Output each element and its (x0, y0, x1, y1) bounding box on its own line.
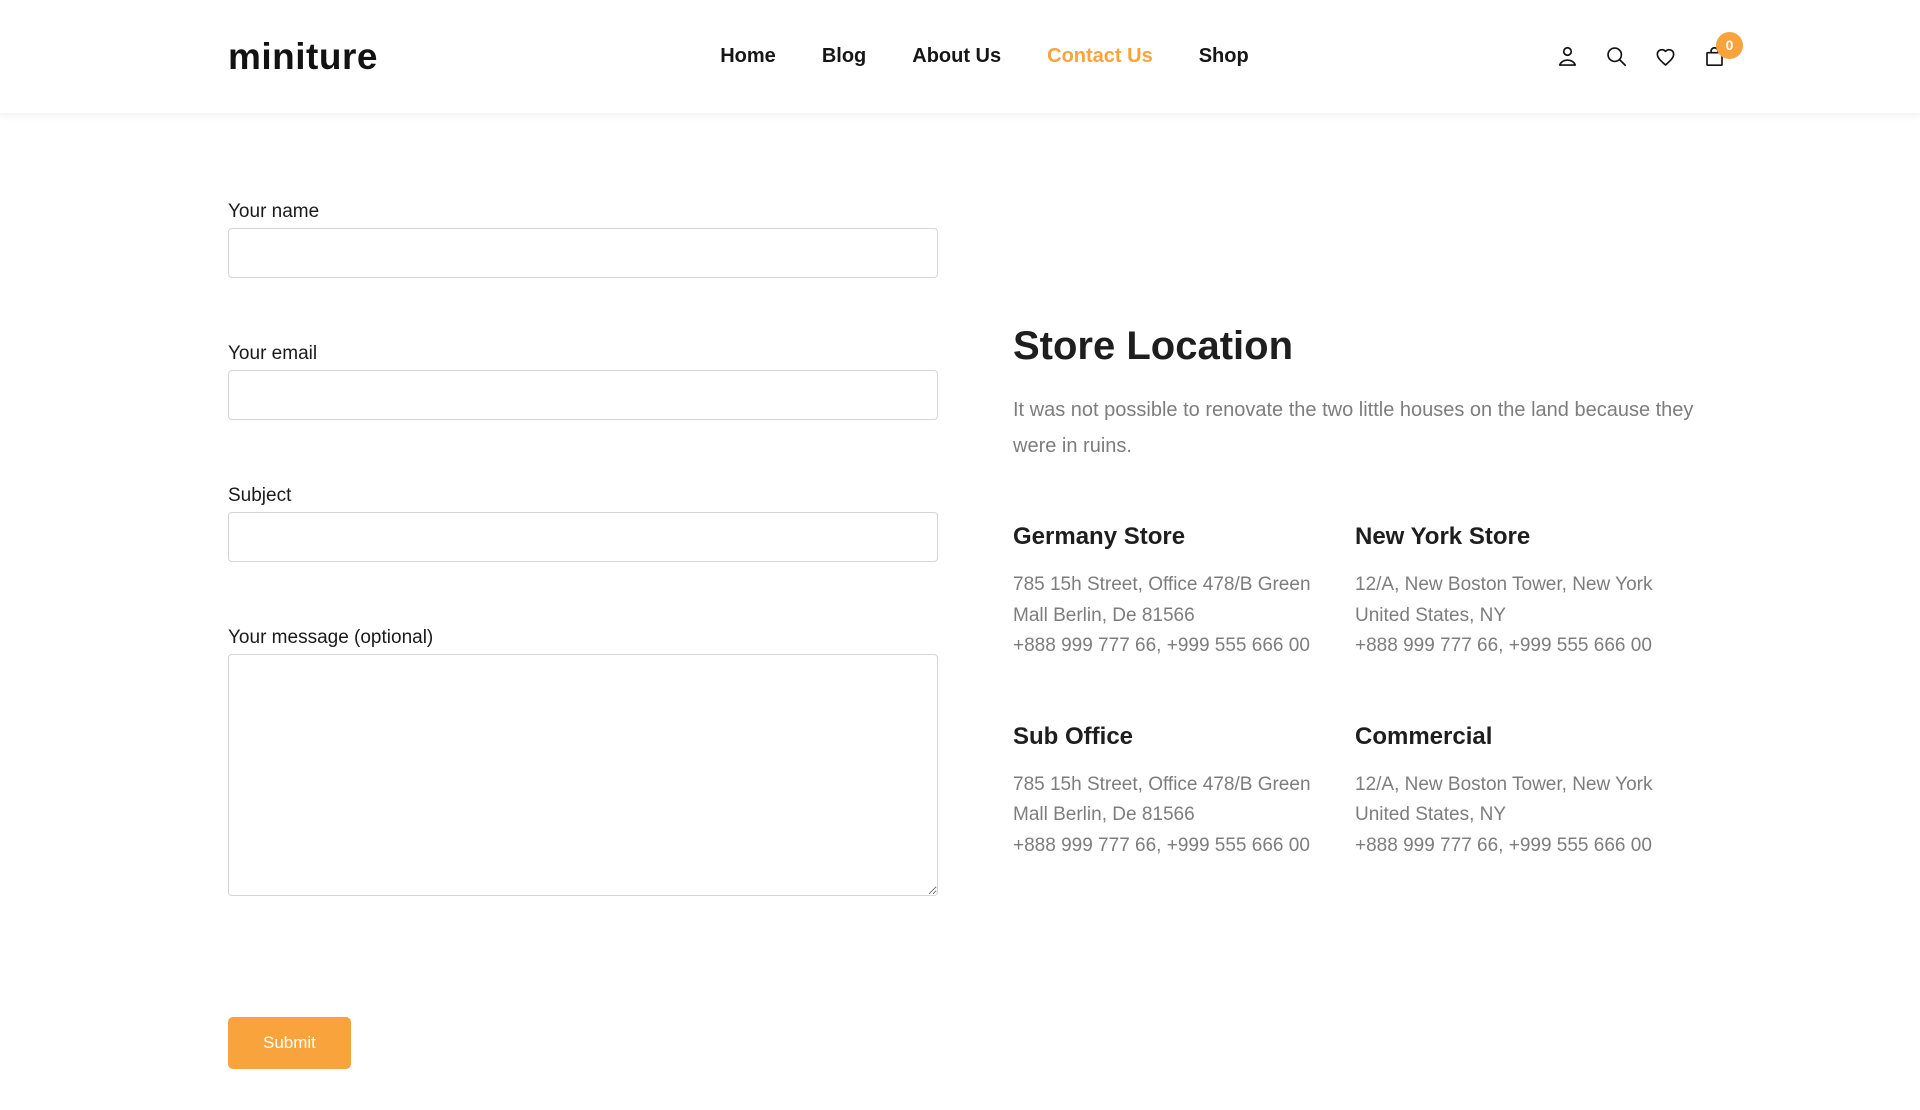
contact-form: Your name Your email Subject Your messag… (228, 200, 938, 1069)
address-line: 12/A, New Boston Tower, New York (1355, 570, 1720, 601)
address-line: United States, NY (1355, 800, 1720, 831)
subject-field-group: Subject (228, 484, 938, 562)
store-location-section: Store Location It was not possible to re… (1013, 200, 1720, 1069)
store-name: New York Store (1355, 522, 1720, 552)
cart-icon[interactable]: 0 (1702, 44, 1728, 70)
store-card-germany: Germany Store 785 15h Street, Office 478… (1013, 522, 1355, 662)
wishlist-icon[interactable] (1653, 44, 1679, 70)
store-phone: +888 999 777 66, +999 555 666 00 (1013, 631, 1355, 662)
logo[interactable]: miniture (228, 36, 378, 78)
store-phone: +888 999 777 66, +999 555 666 00 (1355, 831, 1720, 862)
store-name: Germany Store (1013, 522, 1355, 552)
message-field-group: Your message (optional) (228, 626, 938, 901)
name-input[interactable] (228, 228, 938, 278)
email-field-group: Your email (228, 342, 938, 420)
store-card-sub-office: Sub Office 785 15h Street, Office 478/B … (1013, 722, 1355, 862)
store-name: Sub Office (1013, 722, 1355, 752)
email-input[interactable] (228, 370, 938, 420)
submit-button[interactable]: Submit (228, 1017, 351, 1069)
store-grid: Germany Store 785 15h Street, Office 478… (1013, 522, 1720, 861)
search-icon[interactable] (1604, 44, 1630, 70)
address-line: Mall Berlin, De 81566 (1013, 601, 1355, 632)
address-line: 785 15h Street, Office 478/B Green (1013, 770, 1355, 801)
store-address: 785 15h Street, Office 478/B Green Mall … (1013, 570, 1355, 662)
address-line: 785 15h Street, Office 478/B Green (1013, 570, 1355, 601)
nav-item-shop[interactable]: Shop (1199, 45, 1249, 68)
store-card-new-york: New York Store 12/A, New Boston Tower, N… (1355, 522, 1720, 662)
main-nav: Home Blog About Us Contact Us Shop (720, 45, 1248, 68)
name-field-group: Your name (228, 200, 938, 278)
store-phone: +888 999 777 66, +999 555 666 00 (1013, 831, 1355, 862)
address-line: Mall Berlin, De 81566 (1013, 800, 1355, 831)
main-content: Your name Your email Subject Your messag… (0, 113, 1920, 1069)
store-name: Commercial (1355, 722, 1720, 752)
store-address: 12/A, New Boston Tower, New York United … (1355, 770, 1720, 862)
subject-input[interactable] (228, 512, 938, 562)
nav-item-about-us[interactable]: About Us (912, 45, 1001, 68)
store-card-commercial: Commercial 12/A, New Boston Tower, New Y… (1355, 722, 1720, 862)
header-icons: 0 (1555, 44, 1728, 70)
store-phone: +888 999 777 66, +999 555 666 00 (1355, 631, 1720, 662)
message-textarea[interactable] (228, 654, 938, 896)
address-line: 12/A, New Boston Tower, New York (1355, 770, 1720, 801)
store-address: 785 15h Street, Office 478/B Green Mall … (1013, 770, 1355, 862)
nav-item-blog[interactable]: Blog (822, 45, 866, 68)
nav-item-contact-us[interactable]: Contact Us (1047, 45, 1153, 68)
nav-item-home[interactable]: Home (720, 45, 776, 68)
store-location-title: Store Location (1013, 322, 1720, 370)
message-label: Your message (optional) (228, 626, 938, 650)
subject-label: Subject (228, 484, 938, 508)
address-line: United States, NY (1355, 601, 1720, 632)
store-address: 12/A, New Boston Tower, New York United … (1355, 570, 1720, 662)
store-location-description: It was not possible to renovate the two … (1013, 392, 1720, 464)
site-header: miniture Home Blog About Us Contact Us S… (0, 0, 1920, 113)
email-label: Your email (228, 342, 938, 366)
account-icon[interactable] (1555, 44, 1581, 70)
name-label: Your name (228, 200, 938, 224)
cart-badge: 0 (1716, 32, 1743, 59)
